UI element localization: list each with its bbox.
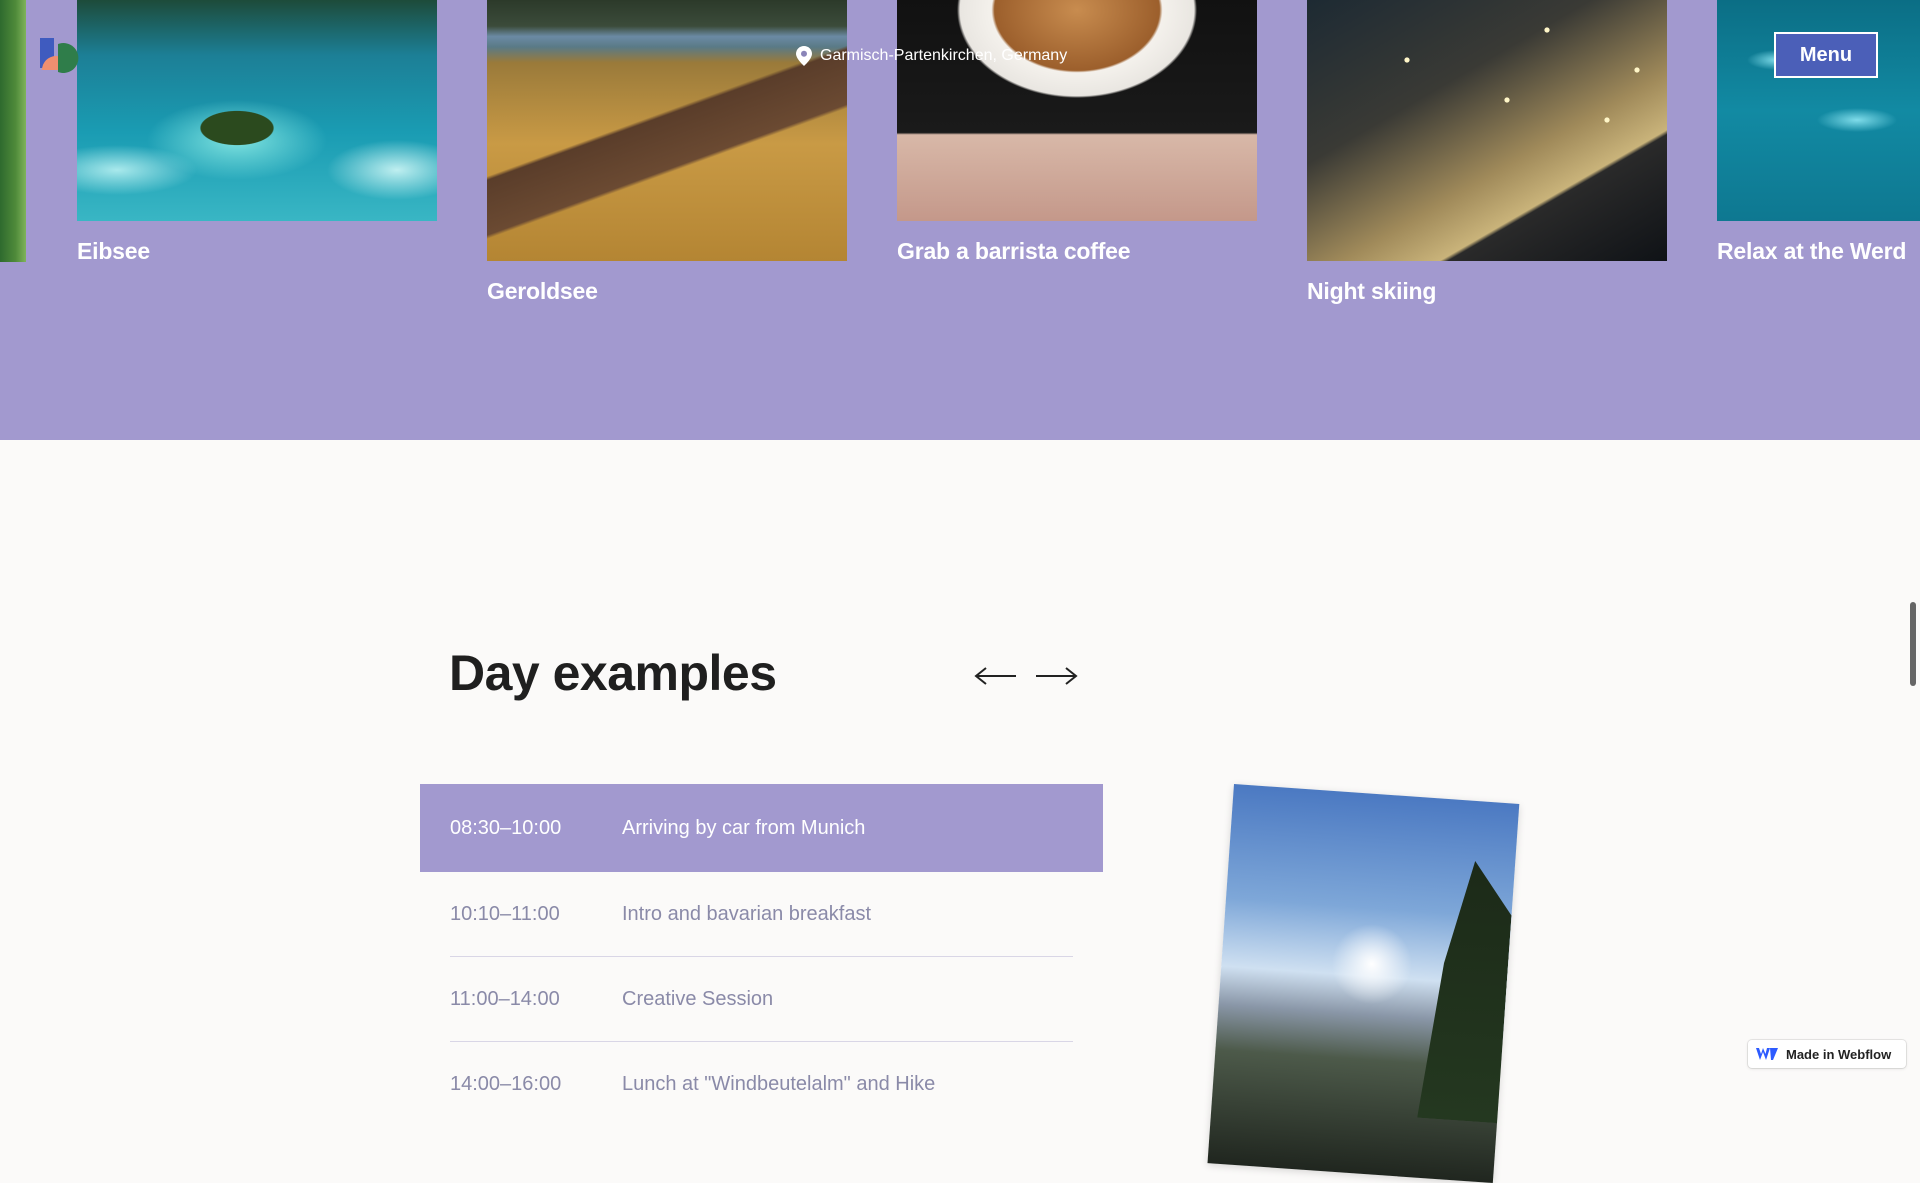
gallery-image: [897, 0, 1257, 221]
schedule-time: 14:00–16:00: [450, 1073, 562, 1095]
photo-trees: [1417, 858, 1515, 1123]
location-label: Garmisch-Partenkirchen, Germany: [796, 46, 1067, 66]
gallery-card-night-skiing[interactable]: Night skiing: [1307, 0, 1667, 310]
schedule-activity: Creative Session: [622, 988, 774, 1010]
menu-button[interactable]: Menu: [1774, 32, 1878, 78]
arrow-left-icon[interactable]: [974, 664, 1018, 688]
gallery-card-title: Night skiing: [1307, 278, 1437, 304]
page-scrollbar[interactable]: [1910, 602, 1916, 686]
gallery-image: [487, 0, 847, 261]
webflow-badge[interactable]: Made in Webflow: [1748, 1040, 1906, 1068]
schedule-activity: Arriving by car from Munich: [622, 816, 866, 839]
gallery-image: [77, 0, 437, 221]
schedule-activity: Lunch at "Windbeutelalm" and Hike: [622, 1073, 936, 1095]
gallery-card-coffee[interactable]: Grab a barrista coffee: [897, 0, 1257, 270]
gallery-card-geroldsee[interactable]: Geroldsee: [487, 0, 847, 310]
gallery-card-title: Grab a barrista coffee: [897, 238, 1131, 264]
schedule-row[interactable]: 11:00–14:00 Creative Session: [420, 957, 1103, 1042]
schedule-row[interactable]: 08:30–10:00 Arriving by car from Munich: [420, 784, 1103, 872]
schedule-activity: Intro and bavarian breakfast: [622, 903, 872, 925]
gallery-card-title: Geroldsee: [487, 278, 598, 304]
schedule-time: 08:30–10:00: [450, 816, 562, 839]
hero-gallery: Eibsee Geroldsee Grab a barrista coffee …: [0, 0, 1920, 440]
schedule-row[interactable]: 14:00–16:00 Lunch at "Windbeutelalm" and…: [420, 1042, 1103, 1127]
webflow-icon: [1756, 1048, 1778, 1060]
gallery-card-title: Eibsee: [77, 238, 150, 264]
webflow-badge-label: Made in Webflow: [1786, 1046, 1892, 1062]
gallery-card-title: Relax at the Werd: [1717, 238, 1907, 264]
carousel-controls: [974, 664, 1078, 688]
schedule-list: 08:30–10:00 Arriving by car from Munich …: [420, 784, 1103, 1127]
brand-logo-icon[interactable]: [40, 38, 94, 74]
gallery-image: [0, 0, 26, 262]
schedule-time: 10:10–11:00: [450, 903, 560, 925]
arrow-right-icon[interactable]: [1034, 664, 1078, 688]
schedule-time: 11:00–14:00: [450, 988, 560, 1010]
map-pin-icon: [796, 46, 812, 66]
gallery-card-partial[interactable]: [0, 0, 26, 262]
gallery-image: [1307, 0, 1667, 261]
schedule-row[interactable]: 10:10–11:00 Intro and bavarian breakfast: [420, 872, 1103, 957]
section-title: Day examples: [449, 645, 777, 701]
day-photo: [1207, 784, 1520, 1183]
location-text: Garmisch-Partenkirchen, Germany: [820, 47, 1068, 64]
gallery-card-eibsee[interactable]: Eibsee: [77, 0, 437, 270]
